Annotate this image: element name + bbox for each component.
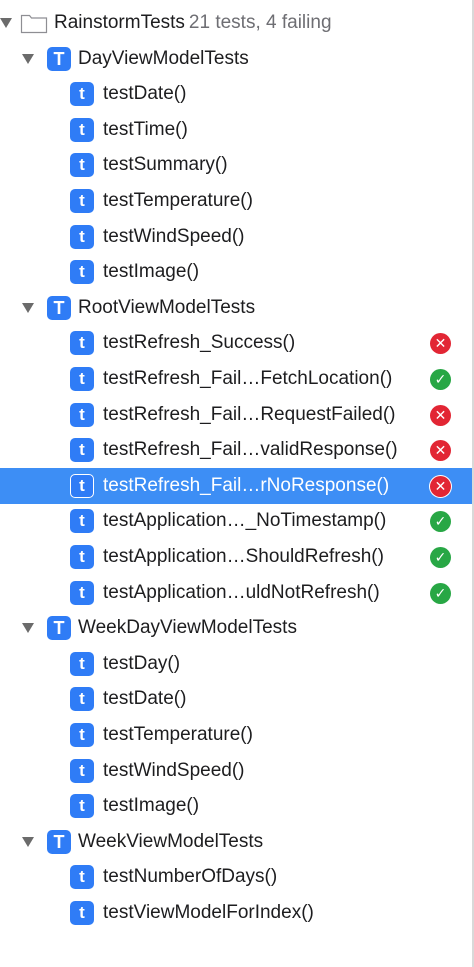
test-label: testSummary() [103,154,228,175]
suite-label: DayViewModelTests [78,48,249,69]
test-case-icon: t [70,581,94,605]
test-row[interactable]: t testViewModelForIndex() [0,895,472,931]
disclosure-triangle-icon[interactable] [22,837,34,847]
test-suite-icon: T [47,47,71,71]
suite-label: WeekViewModelTests [78,831,264,852]
disclosure-triangle-icon[interactable] [22,54,34,64]
test-case-icon: t [70,225,94,249]
test-case-icon: t [70,545,94,569]
test-row[interactable]: t testRefresh_Fail…rNoResponse() ✕ [0,468,472,504]
test-label: testDay() [103,653,181,674]
test-case-icon: t [70,189,94,213]
test-failed-icon[interactable]: ✕ [430,405,451,426]
test-row[interactable]: t testImage() [0,254,472,290]
test-row[interactable]: t testApplication…ShouldRefresh() ✓ [0,539,472,575]
test-case-icon: t [70,118,94,142]
test-case-icon: t [70,509,94,533]
suite-row[interactable]: T RootViewModelTests [0,290,472,326]
root-summary: 21 tests, 4 failing [188,12,332,33]
test-navigator: RainstormTests 21 tests, 4 failing T DayVi… [0,0,474,967]
test-failed-icon[interactable]: ✕ [430,476,451,497]
test-case-icon: t [70,82,94,106]
test-row[interactable]: t testApplication…uldNotRefresh() ✓ [0,575,472,611]
test-row[interactable]: t testDay() [0,646,472,682]
test-row[interactable]: t testWindSpeed() [0,753,472,789]
root-row[interactable]: RainstormTests 21 tests, 4 failing [0,5,472,41]
test-case-icon: t [70,153,94,177]
test-row[interactable]: t testDate() [0,681,472,717]
test-passed-icon[interactable]: ✓ [430,547,451,568]
test-case-icon: t [70,474,94,498]
test-label: testRefresh_Fail…RequestFailed() [103,404,396,425]
test-suite-icon: T [47,830,71,854]
test-case-icon: t [70,652,94,676]
test-label: testWindSpeed() [103,226,245,247]
test-case-icon: t [70,260,94,284]
test-row[interactable]: t testImage() [0,788,472,824]
test-label: testApplication…ShouldRefresh() [103,546,384,567]
test-row[interactable]: t testRefresh_Fail…RequestFailed() ✕ [0,397,472,433]
test-row[interactable]: t testRefresh_Success() ✕ [0,325,472,361]
test-case-icon: t [70,367,94,391]
test-label: testWindSpeed() [103,760,245,781]
test-label: testApplication…uldNotRefresh() [103,582,380,603]
test-row[interactable]: t testTemperature() [0,717,472,753]
test-passed-icon[interactable]: ✓ [430,583,451,604]
test-label: testRefresh_Fail…FetchLocation() [103,368,393,389]
test-label: testImage() [103,261,200,282]
suite-row[interactable]: T DayViewModelTests [0,41,472,77]
test-label: testRefresh_Fail…rNoResponse() [103,475,390,496]
disclosure-triangle-icon[interactable] [22,623,34,633]
test-label: testImage() [103,795,200,816]
test-case-icon: t [70,865,94,889]
test-case-icon: t [70,438,94,462]
test-label: testRefresh_Fail…validResponse() [103,439,398,460]
test-row[interactable]: t testWindSpeed() [0,219,472,255]
test-suite-icon: T [47,616,71,640]
suite-label: RootViewModelTests [78,297,256,318]
suite-row[interactable]: T WeekViewModelTests [0,824,472,860]
test-case-icon: t [70,901,94,925]
disclosure-triangle-icon[interactable] [22,303,34,313]
test-row[interactable]: t testNumberOfDays() [0,859,472,895]
test-case-icon: t [70,687,94,711]
test-case-icon: t [70,403,94,427]
test-failed-icon[interactable]: ✕ [430,440,451,461]
test-row[interactable]: t testTime() [0,112,472,148]
test-row[interactable]: t testTemperature() [0,183,472,219]
test-failed-icon[interactable]: ✕ [430,333,451,354]
test-label: testNumberOfDays() [103,866,278,887]
root-name: RainstormTests [54,12,185,33]
test-label: testTemperature() [103,724,253,745]
test-suite-icon: T [47,296,71,320]
test-case-icon: t [70,723,94,747]
disclosure-triangle-icon[interactable] [0,18,12,28]
test-label: testTemperature() [103,190,253,211]
test-passed-icon[interactable]: ✓ [430,511,451,532]
test-label: testApplication…_NoTimestamp() [103,510,387,531]
test-label: testDate() [103,688,187,709]
folder-icon [20,14,48,34]
test-case-icon: t [70,759,94,783]
test-row[interactable]: t testSummary() [0,147,472,183]
test-label: testViewModelForIndex() [103,902,314,923]
test-row[interactable]: t testDate() [0,76,472,112]
test-case-icon: t [70,794,94,818]
test-passed-icon[interactable]: ✓ [430,369,451,390]
root-label: RainstormTests 21 tests, 4 failing [54,5,332,41]
test-case-icon: t [70,331,94,355]
test-label: testRefresh_Success() [103,332,296,353]
test-label: testTime() [103,119,188,140]
test-row[interactable]: t testRefresh_Fail…FetchLocation() ✓ [0,361,472,397]
suite-label: WeekDayViewModelTests [78,617,297,638]
test-row[interactable]: t testApplication…_NoTimestamp() ✓ [0,503,472,539]
suite-row[interactable]: T WeekDayViewModelTests [0,610,472,646]
test-label: testDate() [103,83,187,104]
test-row[interactable]: t testRefresh_Fail…validResponse() ✕ [0,432,472,468]
